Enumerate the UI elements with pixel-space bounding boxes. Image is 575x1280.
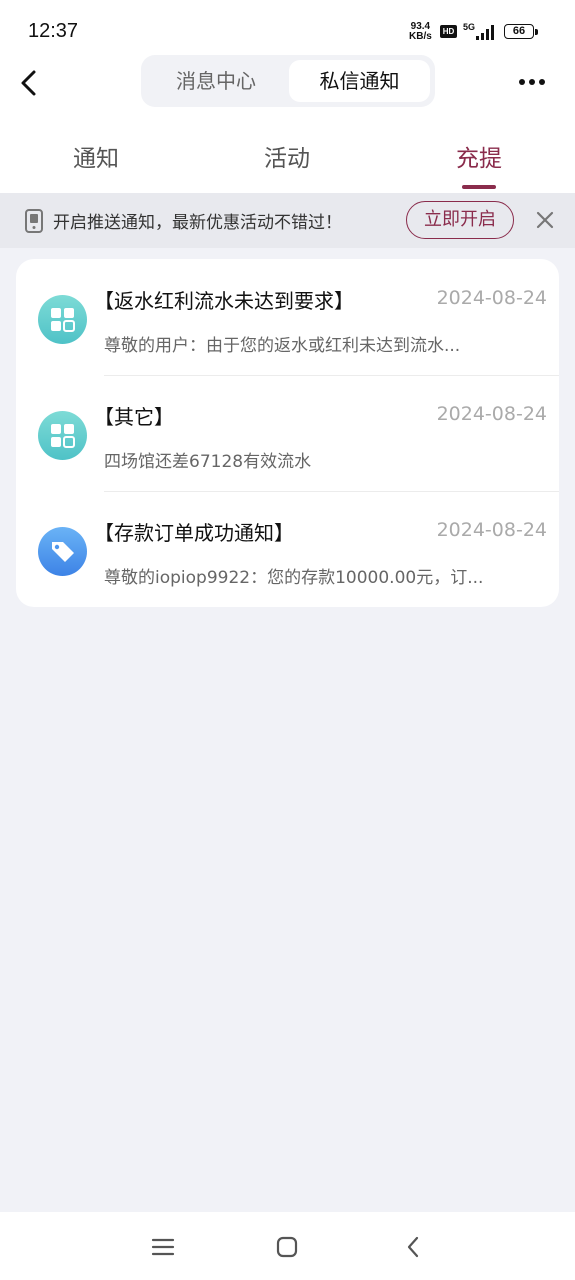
segment-private-notice[interactable]: 私信通知 [289, 60, 430, 102]
tag-icon [38, 527, 87, 576]
message-preview: 尊敬的iopiop9922：您的存款10000.00元，订... [104, 568, 484, 588]
network-speed: 93.4 KB/s [409, 22, 432, 42]
status-bar: 12:37 93.4 KB/s HD 5G 66 [0, 0, 575, 60]
back-arrow-icon [407, 1236, 419, 1258]
hd-badge: HD [440, 25, 457, 38]
message-date: 2024-08-24 [436, 403, 547, 425]
message-date: 2024-08-24 [436, 287, 547, 309]
close-icon [536, 211, 554, 229]
message-title: 【存款订单成功通知】 [94, 521, 294, 545]
message-item[interactable]: 【返水红利流水未达到要求】 2024-08-24 尊敬的用户：由于您的返水或红利… [16, 259, 559, 375]
message-preview: 四场馆还差67128有效流水 [104, 452, 312, 472]
message-list: 【返水红利流水未达到要求】 2024-08-24 尊敬的用户：由于您的返水或红利… [16, 259, 559, 607]
status-time: 12:37 [28, 20, 79, 42]
enable-push-button[interactable]: 立即开启 [406, 201, 514, 239]
grid-icon [38, 295, 87, 344]
banner-close-button[interactable] [531, 206, 559, 234]
home-button[interactable] [272, 1232, 302, 1262]
more-dots-icon [519, 79, 525, 85]
segmented-control: 消息中心 私信通知 [141, 55, 435, 107]
message-item[interactable]: 【其它】 2024-08-24 四场馆还差67128有效流水 [16, 375, 559, 491]
message-date: 2024-08-24 [436, 519, 547, 541]
message-title: 【其它】 [94, 405, 174, 429]
more-dots-icon [529, 79, 535, 85]
more-button[interactable] [512, 70, 552, 94]
message-title: 【返水红利流水未达到要求】 [94, 289, 354, 313]
active-tab-indicator [462, 185, 496, 189]
home-square-icon [276, 1236, 298, 1258]
tab-deposit-withdraw[interactable]: 充提 [419, 139, 539, 173]
menu-icon [151, 1238, 175, 1256]
tab-notice[interactable]: 通知 [36, 139, 156, 173]
battery-level: 66 [504, 24, 534, 39]
tab-activity[interactable]: 活动 [227, 139, 347, 173]
network-speed-unit: KB/s [409, 31, 432, 42]
push-banner-text: 开启推送通知，最新优惠活动不错过！ [53, 213, 342, 233]
signal-bars-icon [476, 25, 494, 40]
nav-back-button[interactable] [398, 1232, 428, 1262]
back-button[interactable] [14, 66, 44, 100]
menu-button[interactable] [148, 1232, 178, 1262]
tab-bar: 通知 活动 充提 [0, 125, 575, 193]
system-nav-bar [0, 1212, 575, 1280]
chevron-left-icon [21, 70, 36, 96]
top-area: 12:37 93.4 KB/s HD 5G 66 消息中心 私信通知 通知 活动… [0, 0, 575, 193]
grid-icon [38, 411, 87, 460]
more-dots-icon [539, 79, 545, 85]
message-preview: 尊敬的用户：由于您的返水或红利未达到流水... [104, 336, 461, 356]
segment-message-center[interactable]: 消息中心 [146, 60, 286, 102]
phone-icon [25, 209, 43, 233]
battery-tip [535, 29, 538, 35]
message-item[interactable]: 【存款订单成功通知】 2024-08-24 尊敬的iopiop9922：您的存款… [16, 491, 559, 607]
